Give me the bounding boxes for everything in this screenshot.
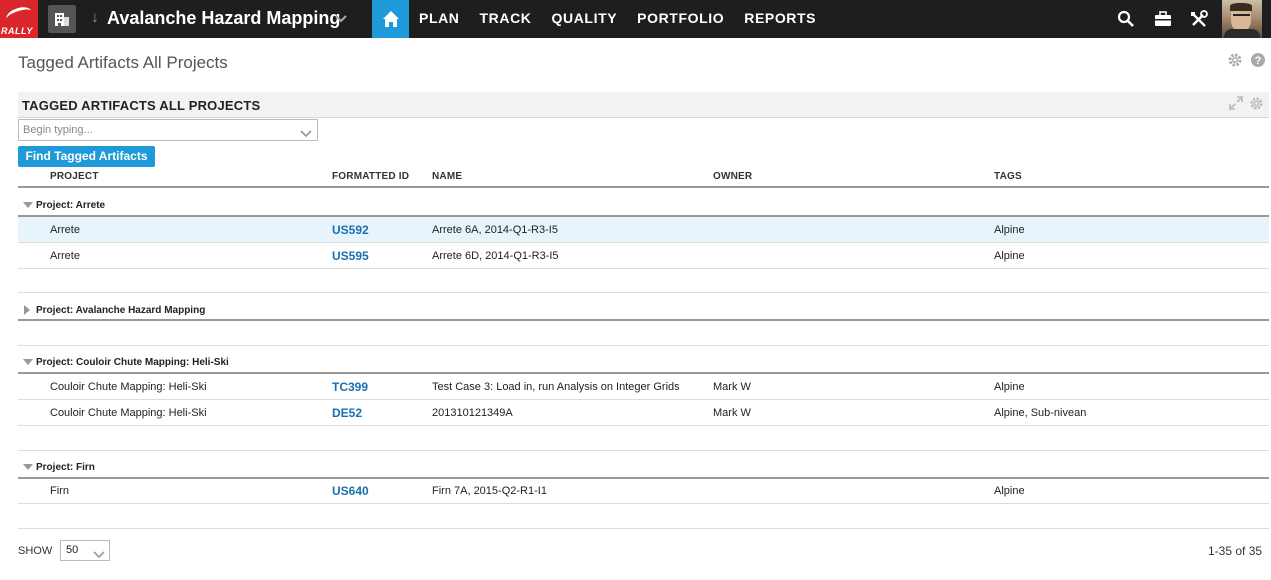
app-panel-title: TAGGED ARTIFACTS ALL PROJECTS [22,98,261,113]
table-row[interactable]: Arrete US592 Arrete 6A, 2014-Q1-R3-I5 Al… [18,217,1269,243]
cell-project: Arrete [50,250,80,262]
svg-text:?: ? [1255,55,1262,67]
nav-track[interactable]: TRACK [480,0,532,38]
column-header-project[interactable]: PROJECT [50,171,99,182]
pagination-range: 1-35 of 35 [1208,544,1263,558]
group-header-arrete[interactable]: Project: Arrete [36,200,105,211]
cell-formatted-id-link[interactable]: TC399 [332,380,368,394]
group-header-firn[interactable]: Project: Firn [36,462,95,473]
home-tab[interactable] [372,0,409,38]
collapse-triangle-icon[interactable] [23,202,33,208]
page-title: Tagged Artifacts All Projects [18,53,228,72]
group-header-avalanche-hazard-mapping[interactable]: Project: Avalanche Hazard Mapping [36,305,205,316]
cell-tags: Alpine, Sub-nivean [994,407,1087,419]
cell-project: Couloir Chute Mapping: Heli-Ski [50,407,207,419]
page-size-select[interactable]: 50 [60,540,110,561]
main-nav: PLAN TRACK QUALITY PORTFOLIO REPORTS [419,0,836,38]
header-divider [18,186,1269,188]
group-header-couloir-chute-mapping[interactable]: Project: Couloir Chute Mapping: Heli-Ski [36,357,229,368]
cell-formatted-id-link[interactable]: US592 [332,223,369,237]
tag-search-placeholder: Begin typing... [23,124,93,136]
chevron-down-icon[interactable] [300,125,312,143]
project-picker-title[interactable]: Avalanche Hazard Mapping [107,8,340,29]
table-row[interactable]: Arrete US595 Arrete 6D, 2014-Q1-R3-I5 Al… [18,243,1269,269]
column-header-owner[interactable]: OWNER [713,171,752,182]
group-spacer-line [18,450,1269,451]
user-avatar[interactable] [1222,0,1262,38]
briefcase-icon[interactable] [1154,10,1172,28]
cell-tags: Alpine [994,381,1025,393]
cell-formatted-id-link[interactable]: DE52 [332,406,362,420]
chevron-down-icon[interactable] [335,11,347,29]
app-settings-gear-icon[interactable] [1249,96,1264,116]
search-icon[interactable] [1117,10,1135,28]
cell-project: Arrete [50,224,80,236]
workspace-building-icon[interactable] [48,5,76,33]
page-size-value: 50 [66,544,79,556]
nav-portfolio[interactable]: PORTFOLIO [637,0,724,38]
cell-tags: Alpine [994,250,1025,262]
cell-project: Couloir Chute Mapping: Heli-Ski [50,381,207,393]
page-settings-gear-icon[interactable] [1227,52,1243,73]
group-divider [18,319,1269,321]
expand-icon[interactable] [1229,96,1243,115]
chevron-down-icon[interactable] [93,546,105,564]
table-row[interactable]: Couloir Chute Mapping: Heli-Ski DE52 201… [18,400,1269,426]
nav-plan[interactable]: PLAN [419,0,460,38]
cell-name: Arrete 6A, 2014-Q1-R3-I5 [432,224,558,236]
cell-name: Arrete 6D, 2014-Q1-R3-I5 [432,250,559,262]
top-nav-bar: RALLY ↓ Avalanche Hazard Mapping PLAN TR… [0,0,1271,38]
cell-owner: Mark W [713,381,751,393]
group-spacer-line [18,292,1269,293]
cell-formatted-id-link[interactable]: US595 [332,249,369,263]
cell-name: Test Case 3: Load in, run Analysis on In… [432,381,680,393]
cell-owner: Mark W [713,407,751,419]
nav-reports[interactable]: REPORTS [744,0,816,38]
project-scope-arrow-icon: ↓ [91,9,99,26]
column-header-name[interactable]: NAME [432,171,462,182]
app-panel-header: TAGGED ARTIFACTS ALL PROJECTS [18,92,1269,118]
find-tagged-artifacts-button[interactable]: Find Tagged Artifacts [18,146,155,167]
table-row[interactable]: Couloir Chute Mapping: Heli-Ski TC399 Te… [18,374,1269,400]
expand-triangle-icon[interactable] [24,305,30,315]
logo-text: RALLY [1,26,33,36]
cell-name: 201310121349A [432,407,513,419]
table-row[interactable]: Firn US640 Firn 7A, 2015-Q2-R1-I1 Alpine [18,478,1269,504]
nav-quality[interactable]: QUALITY [552,0,618,38]
group-spacer-line [18,345,1269,346]
cell-project: Firn [50,485,69,497]
help-icon[interactable]: ? [1250,52,1266,73]
cell-name: Firn 7A, 2015-Q2-R1-I1 [432,485,547,497]
collapse-triangle-icon[interactable] [23,464,33,470]
collapse-triangle-icon[interactable] [23,359,33,365]
column-header-formatted-id[interactable]: FORMATTED ID [332,171,409,182]
column-header-tags[interactable]: TAGS [994,171,1022,182]
show-label: SHOW [18,545,53,557]
cell-tags: Alpine [994,224,1025,236]
table-bottom-line [18,528,1269,529]
home-icon [383,11,399,27]
rally-logo[interactable]: RALLY [0,0,38,38]
tag-search-combobox[interactable]: Begin typing... [18,119,318,141]
tools-icon[interactable] [1190,10,1208,28]
cell-formatted-id-link[interactable]: US640 [332,484,369,498]
cell-tags: Alpine [994,485,1025,497]
